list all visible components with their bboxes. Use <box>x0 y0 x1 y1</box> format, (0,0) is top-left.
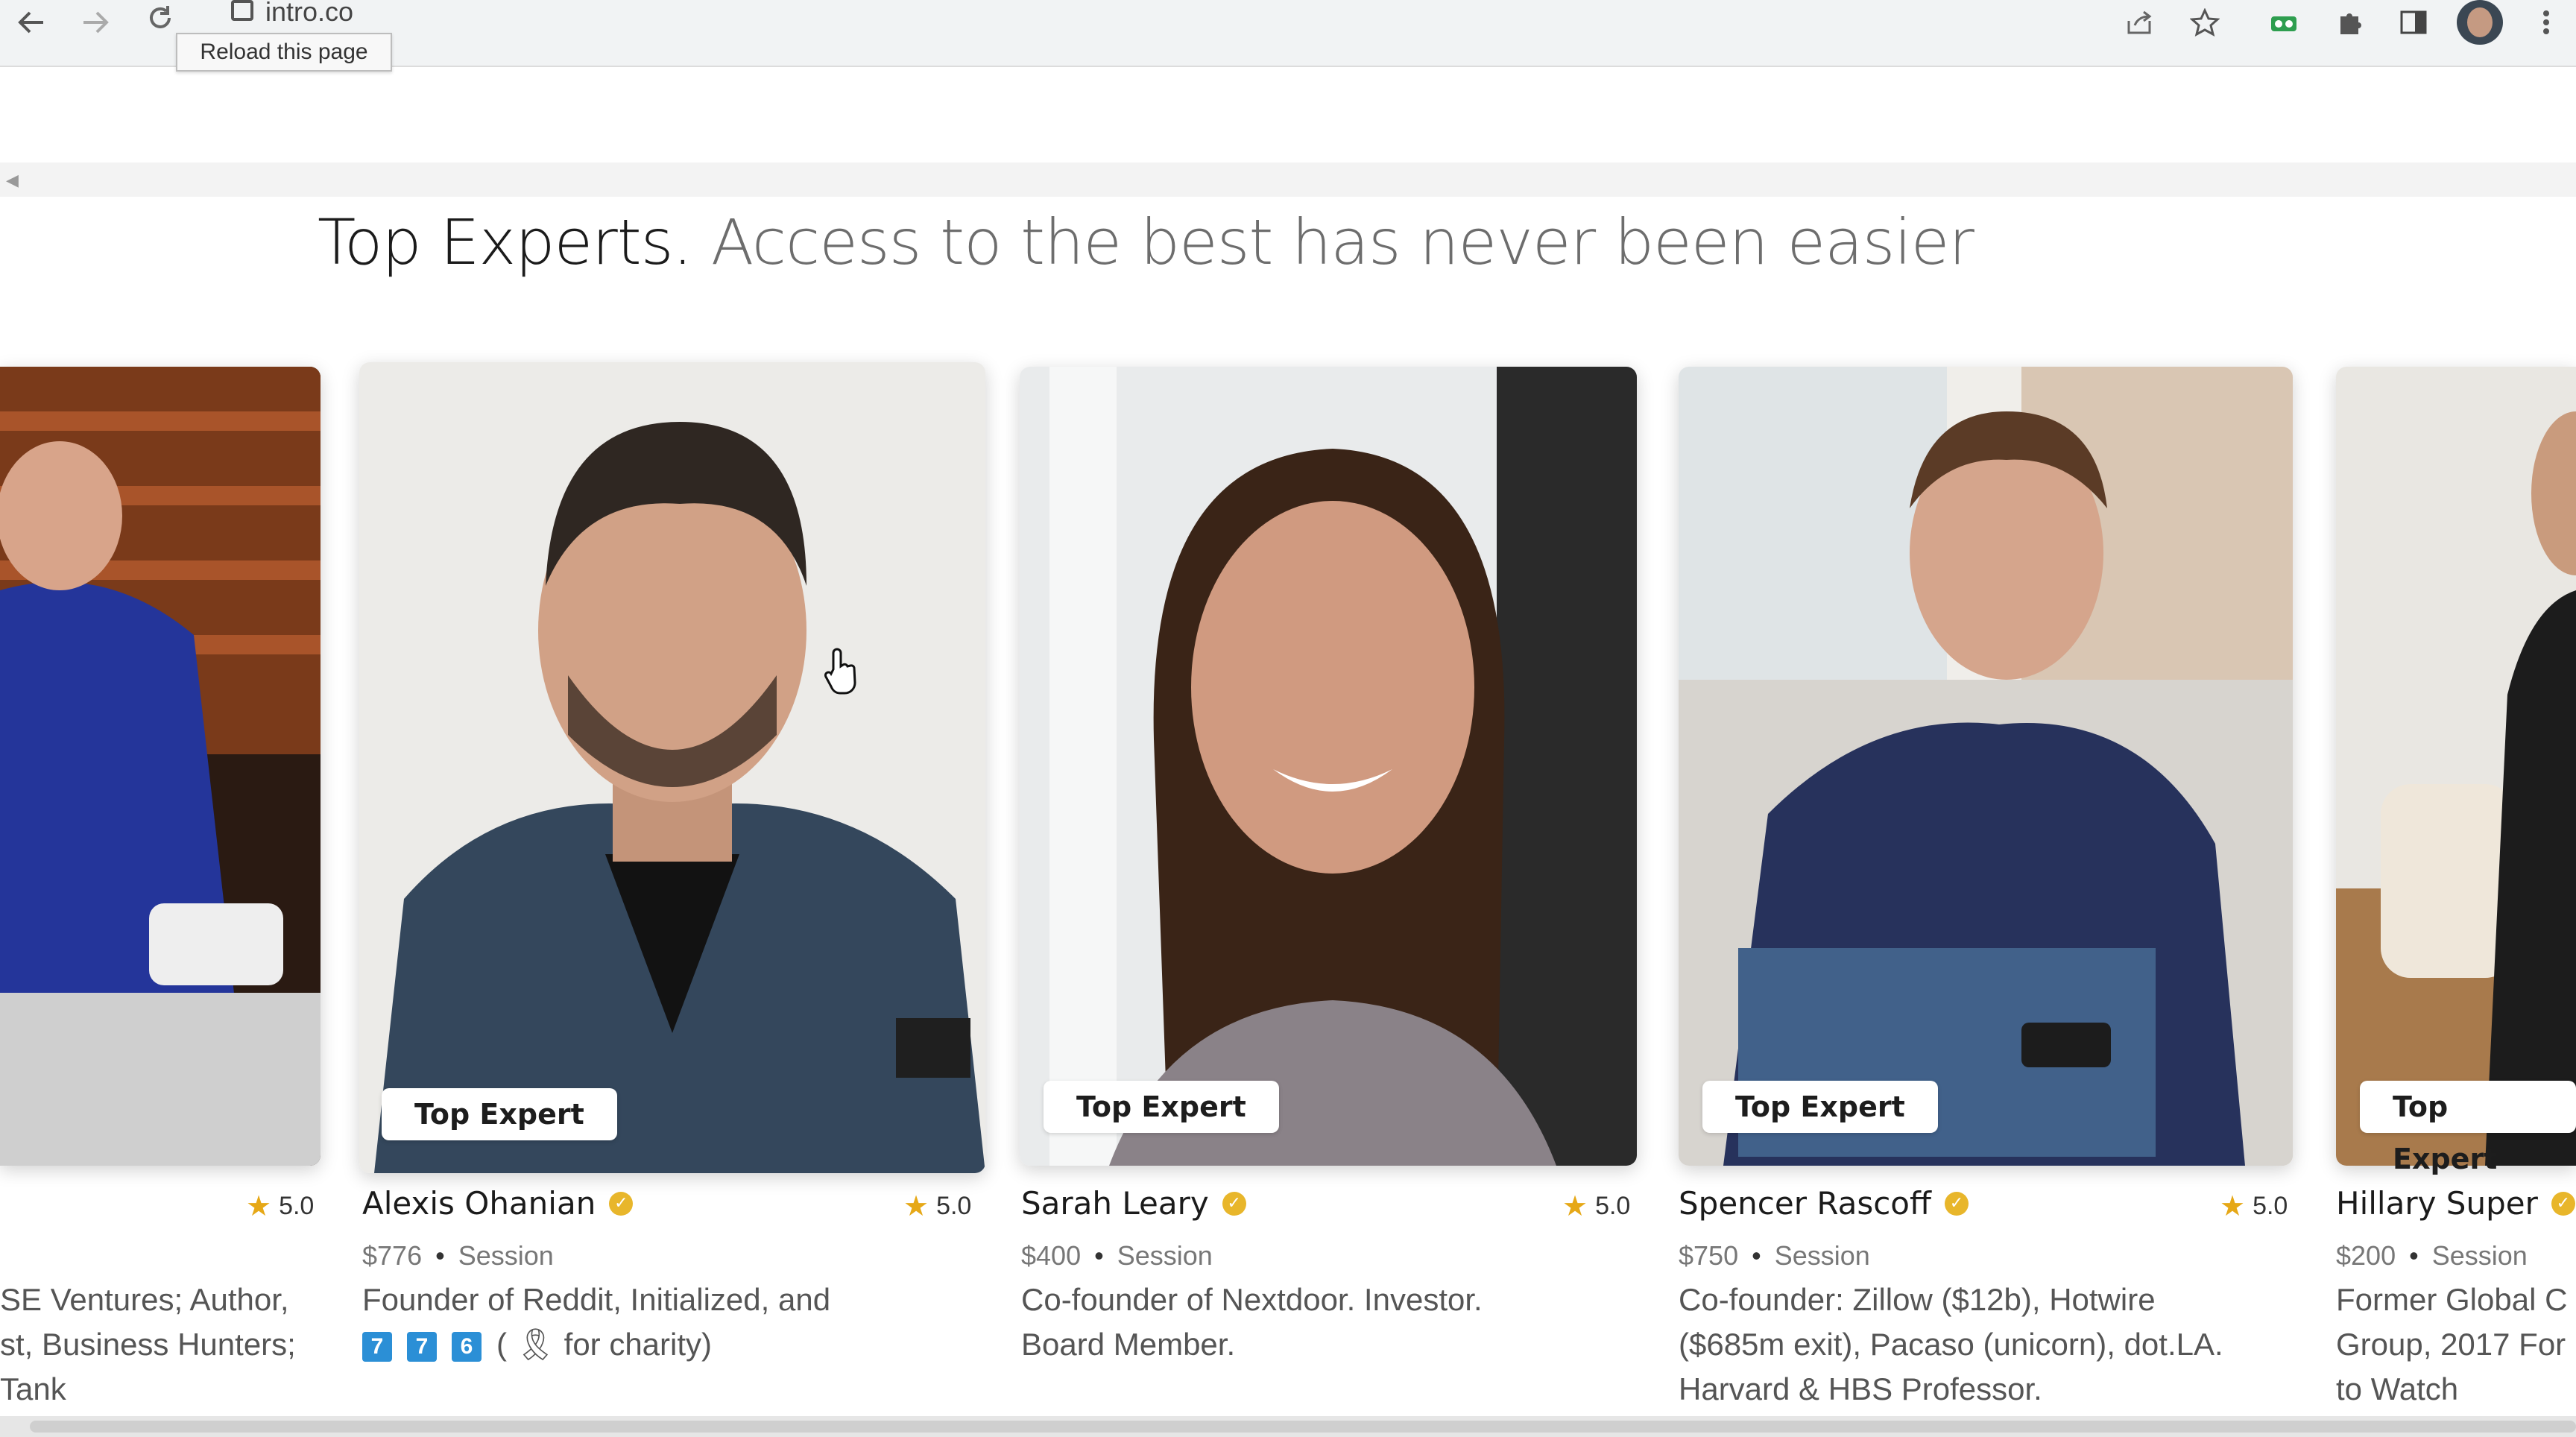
expert-name-text: Hillary Super <box>2336 1185 2538 1222</box>
price-value: $400 <box>1021 1240 1082 1271</box>
price-value: $776 <box>362 1240 423 1271</box>
star-icon: ★ <box>2220 1191 2246 1222</box>
section-headline: Top Experts. Access to the best has neve… <box>318 201 1974 283</box>
bullet-separator: • <box>2409 1240 2419 1271</box>
expert-photo[interactable] <box>1679 367 2293 1166</box>
expert-price: $750 • Session <box>1679 1240 1870 1272</box>
price-unit: Session <box>458 1240 554 1271</box>
menu-kebab-icon[interactable] <box>2531 6 2561 39</box>
bullet-separator: • <box>1752 1240 1761 1271</box>
bookmark-star-icon[interactable] <box>2187 6 2223 39</box>
rating: ★ 5.0 <box>2220 1190 2288 1223</box>
price-unit: Session <box>2431 1240 2528 1271</box>
star-icon: ★ <box>246 1191 272 1222</box>
desc-line: SE Ventures; Author, <box>0 1282 289 1317</box>
reload-tooltip: Reload this page <box>176 33 392 72</box>
desc-line: to Watch <box>2336 1371 2459 1406</box>
address-bar[interactable]: intro.co <box>209 0 507 25</box>
bullet-separator: • <box>1094 1240 1104 1271</box>
price-unit: Session <box>1117 1240 1213 1271</box>
expert-price: $776 • Session <box>362 1240 554 1272</box>
star-icon: ★ <box>1562 1191 1588 1222</box>
number-tile: 7 <box>407 1331 437 1362</box>
desc-line: Harvard & HBS Professor. <box>1679 1371 2042 1406</box>
top-expert-badge: Top Expert <box>382 1088 617 1140</box>
extensions-puzzle-icon[interactable] <box>2332 6 2367 39</box>
expert-photo[interactable] <box>2336 367 2576 1166</box>
verified-check-icon: ✓ <box>2551 1191 2575 1216</box>
expert-name[interactable]: Sarah Leary ✓ <box>1021 1185 1246 1222</box>
headline-light: Access to the best has never been easier <box>710 206 1974 279</box>
rating: ★ 5.0 <box>246 1190 314 1223</box>
desc-line: Tank <box>0 1371 66 1406</box>
expert-photo[interactable] <box>0 367 321 1166</box>
expert-description: Founder of Reddit, Initialized, and 7 7 6(… <box>362 1277 830 1367</box>
url-text: intro.co <box>265 0 354 25</box>
profile-avatar[interactable] <box>2457 0 2503 45</box>
number-tile: 6 <box>452 1331 482 1362</box>
desc-line: ($685m exit), Pacaso (unicorn), dot.LA. <box>1679 1327 2223 1362</box>
expert-name-text: Sarah Leary <box>1021 1185 1209 1222</box>
expert-photo[interactable] <box>359 362 985 1173</box>
rating: ★ 5.0 <box>1562 1190 1630 1223</box>
expert-name-text: Alexis Ohanian <box>362 1185 596 1222</box>
section-divider <box>0 162 2576 197</box>
rating-value: 5.0 <box>279 1192 315 1220</box>
expert-description: SE Ventures; Author, st, Business Hunter… <box>0 1277 296 1412</box>
rating-value: 5.0 <box>1595 1192 1631 1220</box>
expert-name[interactable]: Spencer Rascoff ✓ <box>1679 1185 1969 1222</box>
extension-recorder-icon[interactable] <box>2266 6 2302 39</box>
top-expert-badge: Top Expert <box>1702 1081 1938 1133</box>
price-unit: Session <box>1774 1240 1870 1271</box>
verified-check-icon: ✓ <box>609 1191 634 1216</box>
headline-strong: Top Experts. <box>318 206 692 279</box>
reload-icon[interactable] <box>142 1 179 34</box>
forward-arrow-icon[interactable] <box>78 6 113 39</box>
lock-icon <box>231 0 253 21</box>
expert-price: $400 • Session <box>1021 1240 1213 1272</box>
expert-description: Co-founder of Nextdoor. Investor. Board … <box>1021 1277 1483 1367</box>
bullet-separator: • <box>435 1240 445 1271</box>
number-tile: 7 <box>362 1331 392 1362</box>
expert-name[interactable]: Alexis Ohanian ✓ <box>362 1185 634 1222</box>
back-arrow-icon[interactable] <box>13 6 49 39</box>
star-icon: ★ <box>903 1191 929 1222</box>
scrollbar-thumb[interactable] <box>30 1421 2576 1433</box>
expert-photo[interactable] <box>1020 367 1637 1166</box>
rating-value: 5.0 <box>936 1192 972 1220</box>
desc-line-tiles: 7 7 6( 🎗 for charity) <box>362 1322 830 1367</box>
desc-line: Former Global C <box>2336 1282 2568 1317</box>
share-icon[interactable] <box>2121 6 2157 39</box>
desc-line: Co-founder: Zillow ($12b), Hotwire <box>1679 1282 2156 1317</box>
hand-cursor-icon <box>823 647 859 698</box>
price-value: $200 <box>2336 1240 2396 1271</box>
side-panel-icon[interactable] <box>2396 6 2431 39</box>
charity-note: ( 🎗 for charity) <box>496 1327 713 1362</box>
price-value: $750 <box>1679 1240 1739 1271</box>
expert-description: Former Global C Group, 2017 For to Watch <box>2336 1277 2567 1412</box>
desc-line: Board Member. <box>1021 1327 1236 1362</box>
desc-line: st, Business Hunters; <box>0 1327 296 1362</box>
rating: ★ 5.0 <box>903 1190 971 1223</box>
verified-check-icon: ✓ <box>1944 1191 1969 1216</box>
desc-line: Founder of Reddit, Initialized, and <box>362 1282 831 1317</box>
rating-value: 5.0 <box>2253 1192 2288 1220</box>
desc-line: Co-founder of Nextdoor. Investor. <box>1021 1282 1483 1317</box>
top-expert-badge: Top Expert <box>1044 1081 1279 1133</box>
expert-name-text: Spencer Rascoff <box>1679 1185 1931 1222</box>
verified-check-icon: ✓ <box>1222 1191 1246 1216</box>
top-expert-badge: Top Expert <box>2360 1081 2576 1175</box>
scroll-left-arrow-icon[interactable]: ◀ <box>6 171 19 190</box>
expert-description: Co-founder: Zillow ($12b), Hotwire ($685… <box>1679 1277 2223 1412</box>
expert-name[interactable]: Hillary Super ✓ <box>2336 1185 2575 1222</box>
desc-line: Group, 2017 For <box>2336 1327 2566 1362</box>
expert-price: $200 • Session <box>2336 1240 2528 1272</box>
